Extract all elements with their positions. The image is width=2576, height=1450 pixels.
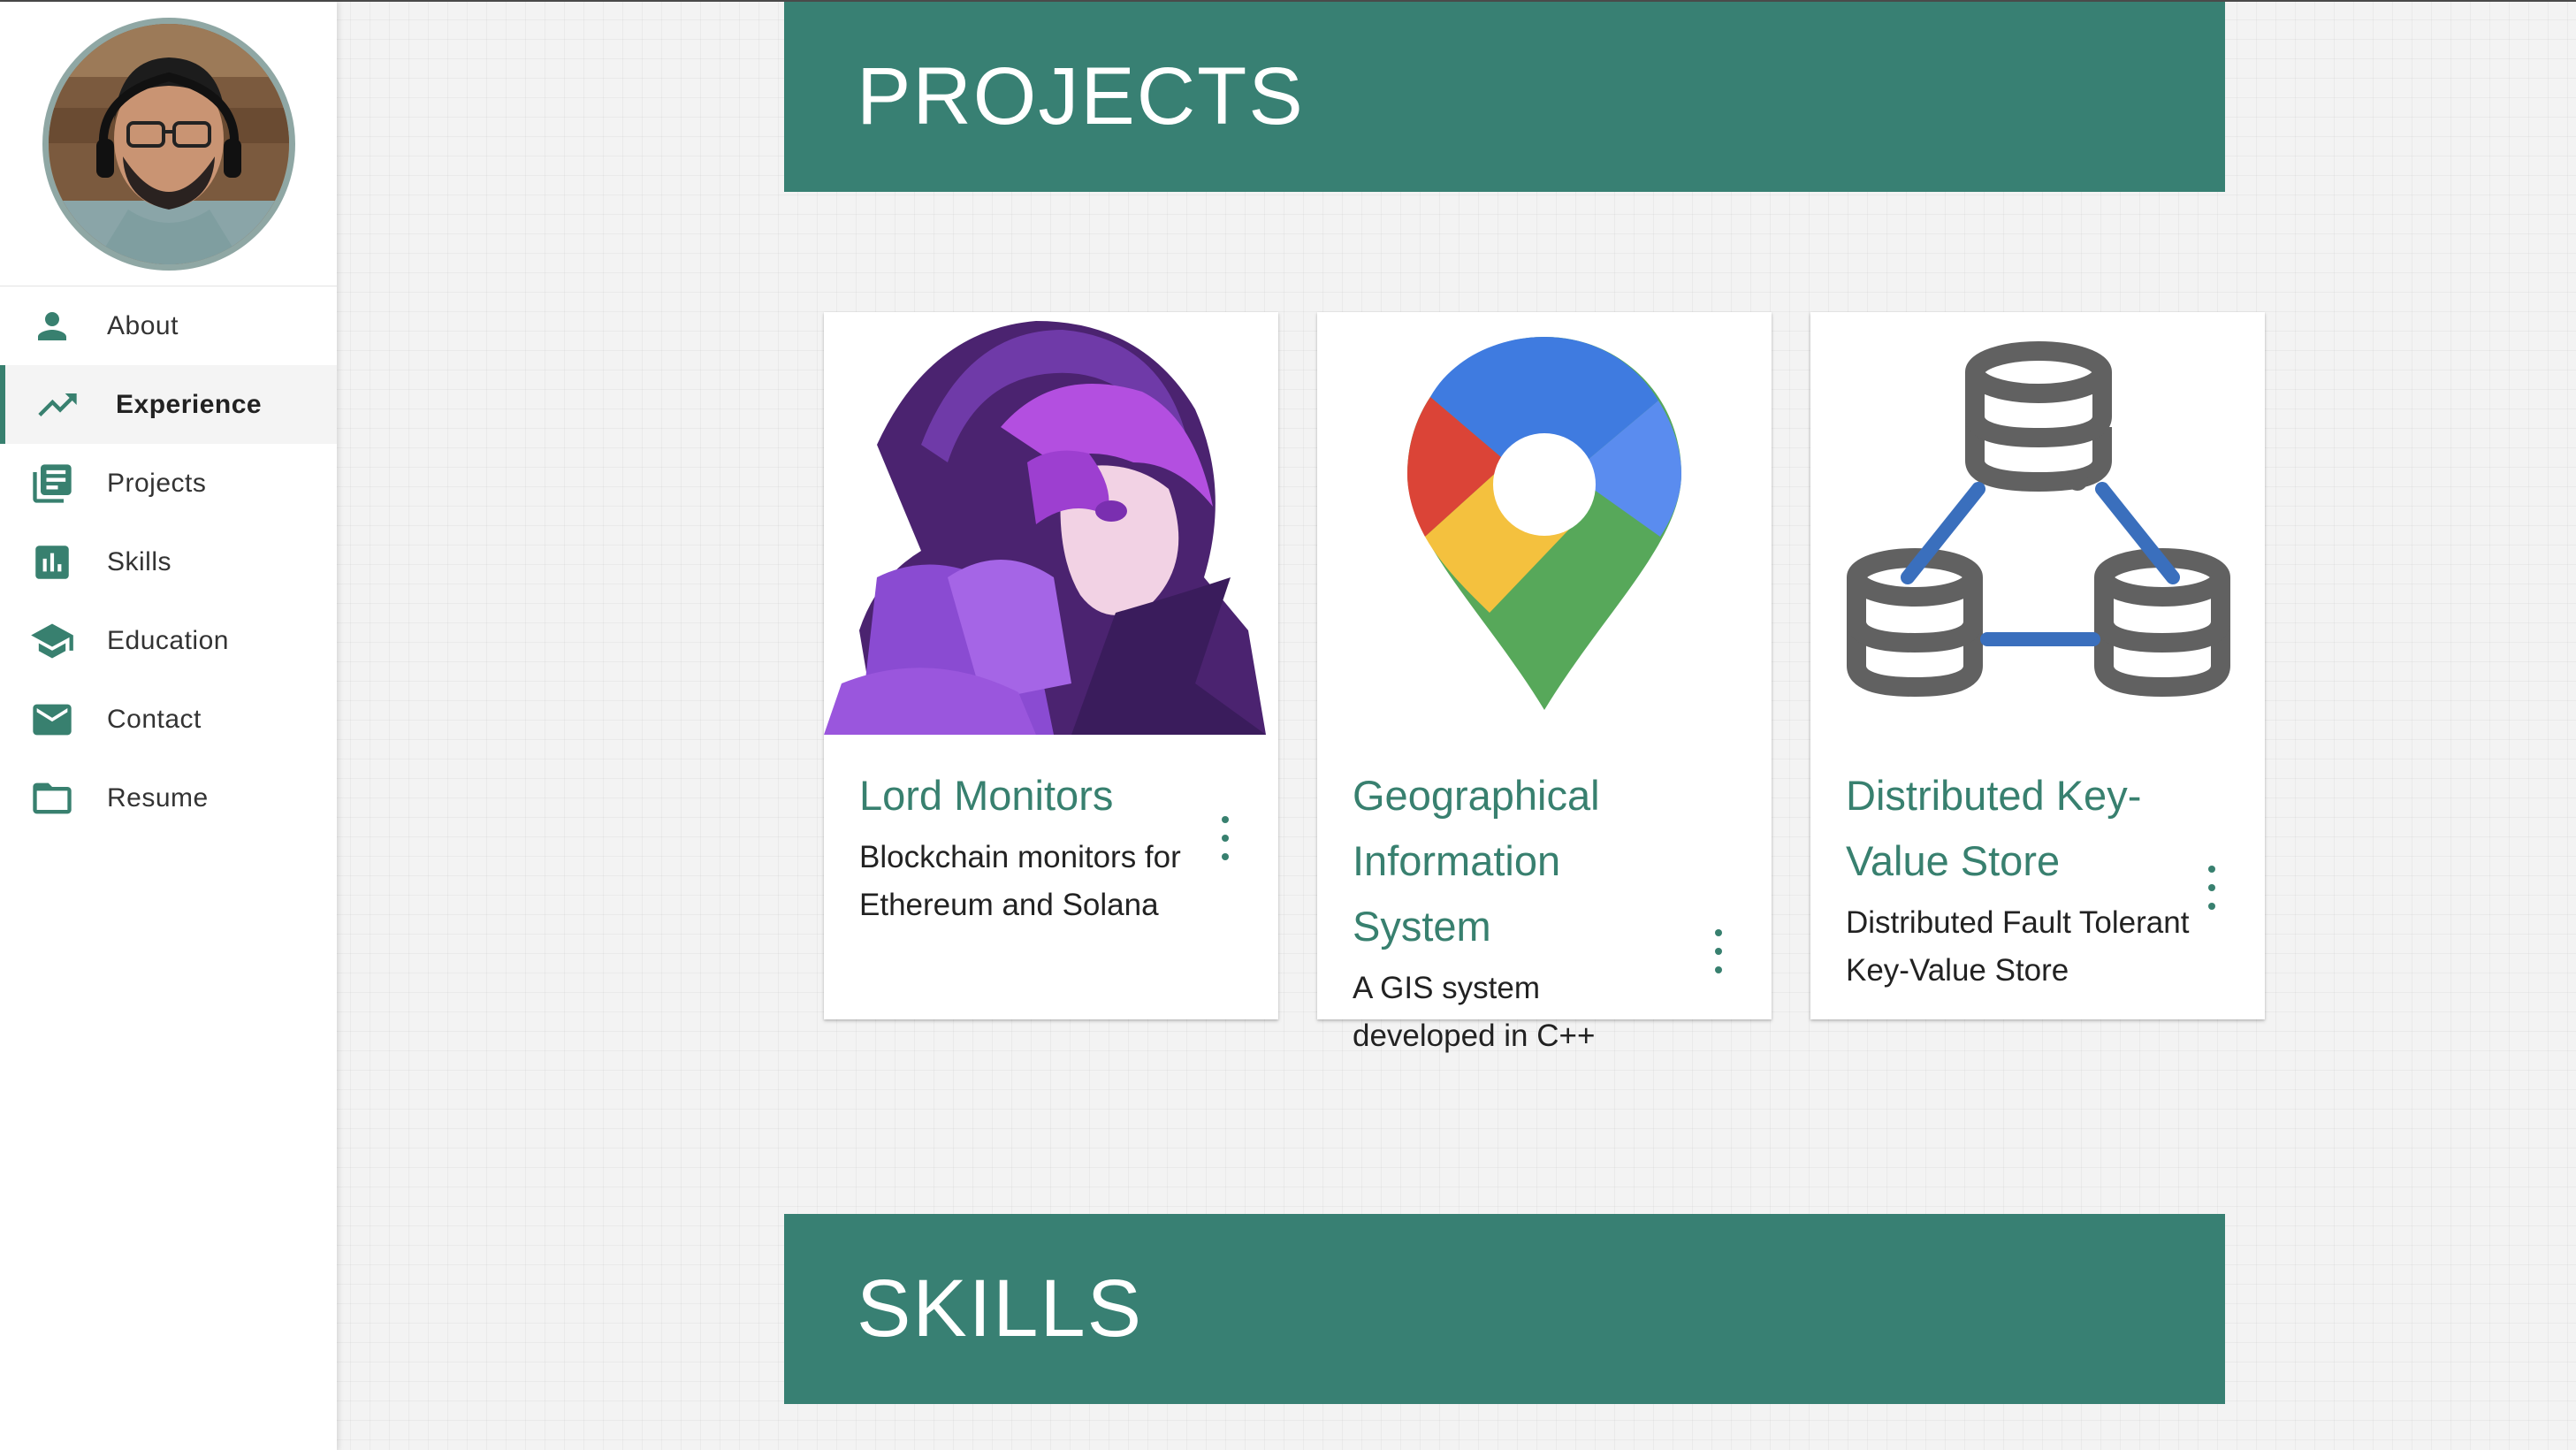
- avatar-container: [0, 2, 337, 286]
- projects-section-header: PROJECTS: [784, 2, 2225, 192]
- sidebar-item-label: Skills: [107, 546, 172, 576]
- person-icon: [29, 303, 75, 349]
- map-pin-image: [1317, 312, 1772, 735]
- card-description: A GIS system developed in C++: [1353, 971, 1596, 1053]
- card-body: Geographical Information System A GIS sy…: [1317, 763, 1772, 1060]
- sidebar-item-label: Experience: [116, 389, 263, 419]
- sidebar-item-experience[interactable]: Experience: [0, 365, 337, 444]
- sidebar-item-education[interactable]: Education: [0, 601, 337, 680]
- trending-up-icon: [34, 382, 80, 428]
- sidebar-item-label: Education: [107, 625, 229, 655]
- card-body: Lord Monitors Blockchain monitors for Et…: [824, 763, 1278, 929]
- sidebar-item-label: Projects: [107, 468, 207, 498]
- sidebar: About Experience Projects Skills Educati…: [0, 2, 337, 1450]
- sidebar-nav: About Experience Projects Skills Educati…: [0, 286, 337, 837]
- sidebar-item-label: Resume: [107, 782, 209, 813]
- section-title: SKILLS: [857, 1263, 1143, 1354]
- sidebar-item-about[interactable]: About: [0, 286, 337, 365]
- sidebar-item-contact[interactable]: Contact: [0, 680, 337, 759]
- card-body: Distributed Key-Value Store Distributed …: [1810, 763, 2265, 995]
- skills-section-header: SKILLS: [784, 1214, 2225, 1404]
- more-options-icon[interactable]: [1215, 816, 1236, 860]
- project-card[interactable]: Lord Monitors Blockchain monitors for Et…: [824, 312, 1278, 1019]
- card-title[interactable]: Distributed Key-Value Store: [1846, 763, 2229, 894]
- card-description: Distributed Fault Tolerant Key-Value Sto…: [1846, 905, 2190, 988]
- card-title[interactable]: Geographical Information System: [1353, 763, 1736, 959]
- more-options-icon[interactable]: [1708, 929, 1729, 973]
- sidebar-item-label: About: [107, 310, 179, 340]
- card-title[interactable]: Lord Monitors: [859, 763, 1243, 828]
- more-options-icon[interactable]: [2201, 866, 2222, 910]
- avatar: [42, 17, 295, 271]
- project-card[interactable]: Distributed Key-Value Store Distributed …: [1810, 312, 2265, 1019]
- section-title: PROJECTS: [857, 51, 1305, 141]
- sidebar-item-label: Contact: [107, 704, 202, 734]
- sidebar-item-resume[interactable]: Resume: [0, 759, 337, 837]
- bar-chart-icon: [29, 539, 75, 585]
- school-icon: [29, 618, 75, 664]
- distributed-database-image: [1810, 312, 2265, 735]
- library-books-icon: [29, 461, 75, 507]
- sidebar-item-projects[interactable]: Projects: [0, 444, 337, 523]
- mail-icon: [29, 697, 75, 743]
- sidebar-item-skills[interactable]: Skills: [0, 523, 337, 601]
- project-card[interactable]: Geographical Information System A GIS sy…: [1317, 312, 1772, 1053]
- folder-icon: [29, 775, 75, 821]
- card-description: Blockchain monitors for Ethereum and Sol…: [859, 840, 1181, 922]
- anime-character-image: [824, 312, 1278, 735]
